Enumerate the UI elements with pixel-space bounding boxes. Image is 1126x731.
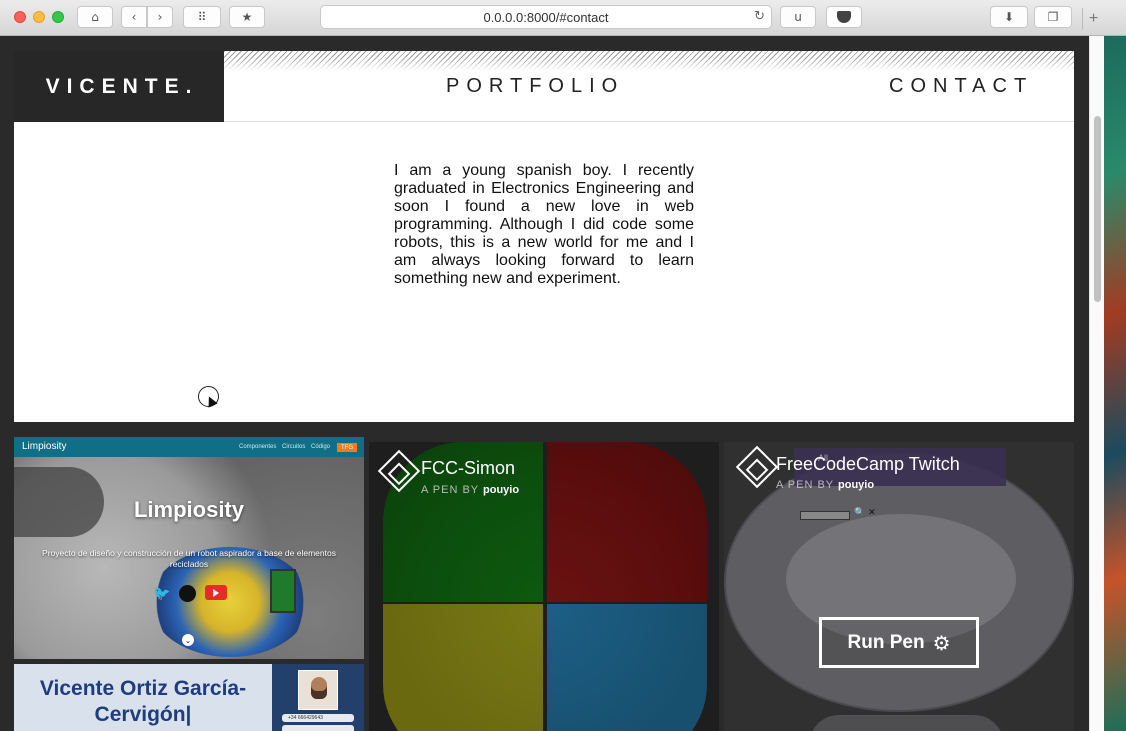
limpiosity-brand: Limpiosity: [22, 441, 67, 452]
next-card-peek: [809, 715, 1004, 731]
back-icon[interactable]: ‹: [121, 6, 147, 28]
project-card-limpiosity[interactable]: Limpiosity Componentes Circuitos Código …: [14, 437, 364, 659]
cv-avatar: [298, 670, 338, 710]
pen-title: FreeCodeCamp Twitch: [776, 454, 960, 474]
chevron-down-icon: ⌄: [182, 634, 194, 646]
hatch-decoration: [224, 51, 1074, 71]
about-text: I am a young spanish boy. I recently gra…: [394, 162, 694, 287]
new-tab-icon[interactable]: +: [1082, 8, 1104, 30]
project-card-cv[interactable]: Vicente Ortiz García-Cervigón| +34 66642…: [14, 664, 364, 731]
url-text: 0.0.0.0:8000/#contact: [483, 9, 609, 25]
run-pen-button[interactable]: Run Pen ⚙: [819, 617, 979, 668]
youtube-icon: [205, 585, 227, 600]
extension-label: u: [794, 10, 802, 24]
project-card-simon[interactable]: FCC-Simon A PEN BY pouyio: [369, 442, 719, 731]
reload-icon[interactable]: ↻: [754, 9, 765, 24]
minimize-window-button[interactable]: [33, 11, 45, 23]
lcd-display-image: [270, 569, 296, 613]
github-icon: [179, 585, 196, 602]
site-navbar: PORTFOLIO CONTACT: [224, 51, 1074, 122]
pen-by-label: A PEN BY: [421, 484, 479, 496]
search-icon: 🔍 ✕: [854, 508, 876, 518]
limpiosity-nav-item: Componentes: [239, 444, 277, 450]
simon-red-pad: [547, 442, 707, 602]
nav-contact-link[interactable]: CONTACT: [889, 75, 1033, 98]
run-pen-label: Run Pen: [847, 631, 925, 653]
twitch-frame: [724, 452, 1074, 712]
cv-sidebar: +34 666429643: [272, 664, 364, 731]
grid-icon[interactable]: ⠿: [183, 6, 221, 28]
twitter-icon: 🐦: [153, 586, 171, 602]
zoom-window-button[interactable]: [52, 11, 64, 23]
about-section: I am a young spanish boy. I recently gra…: [14, 122, 1074, 422]
address-bar[interactable]: 0.0.0.0:8000/#contact ↻: [320, 5, 772, 29]
cv-phone: +34 666429643: [282, 714, 354, 722]
pen-author: pouyio: [483, 484, 520, 496]
pen-title: FCC-Simon: [421, 458, 516, 478]
mouse-cursor-icon: [198, 386, 219, 407]
pen-author: pouyio: [838, 479, 875, 491]
tabs-icon[interactable]: ❐: [1034, 6, 1072, 28]
limpiosity-nav-item: Código: [311, 444, 331, 450]
limpiosity-title: Limpiosity: [133, 497, 244, 522]
gear-icon: ⚙: [932, 630, 951, 655]
bookmark-icon[interactable]: ★: [229, 6, 265, 28]
site-logo[interactable]: VICENTE.: [14, 51, 224, 122]
codepen-icon: [735, 445, 779, 489]
project-card-twitch[interactable]: All 🔍 ✕ FreeCodeCamp Twitch A PEN BY pou…: [724, 442, 1074, 731]
pen-byline: A PEN BY pouyio: [776, 479, 874, 491]
cv-line: [282, 725, 354, 731]
face-image: [311, 677, 327, 699]
desktop-background: [1104, 36, 1126, 731]
browser-toolbar: ⌂ ‹ › ⠿ ★ 0.0.0.0:8000/#contact ↻ u ⬇ ❐ …: [0, 0, 1126, 36]
pen-by-label: A PEN BY: [776, 479, 834, 491]
simon-blue-pad: [547, 604, 707, 731]
cv-name: Vicente Ortiz García-Cervigón|: [39, 677, 247, 726]
limpiosity-header: Limpiosity Componentes Circuitos Código …: [14, 437, 364, 457]
forward-icon[interactable]: ›: [147, 6, 173, 28]
pen-byline: A PEN BY pouyio: [421, 484, 519, 496]
pocket-icon[interactable]: [826, 6, 862, 28]
page-scrollbar[interactable]: [1089, 36, 1104, 731]
nav-portfolio-link[interactable]: PORTFOLIO: [446, 75, 624, 98]
scrollbar-thumb[interactable]: [1094, 116, 1101, 302]
limpiosity-subtitle: Proyecto de diseño y construcción de un …: [42, 548, 336, 569]
download-icon[interactable]: ⬇: [990, 6, 1028, 28]
web-page: VICENTE. PORTFOLIO CONTACT I am a young …: [0, 36, 1104, 731]
limpiosity-nav-item: Circuitos: [282, 444, 306, 450]
twitch-search-input: [800, 511, 850, 520]
extension-button[interactable]: u: [780, 6, 816, 28]
close-window-button[interactable]: [14, 11, 26, 23]
limpiosity-badge: TFG: [337, 443, 357, 452]
simon-yellow-pad: [383, 604, 543, 731]
home-icon[interactable]: ⌂: [77, 6, 113, 28]
